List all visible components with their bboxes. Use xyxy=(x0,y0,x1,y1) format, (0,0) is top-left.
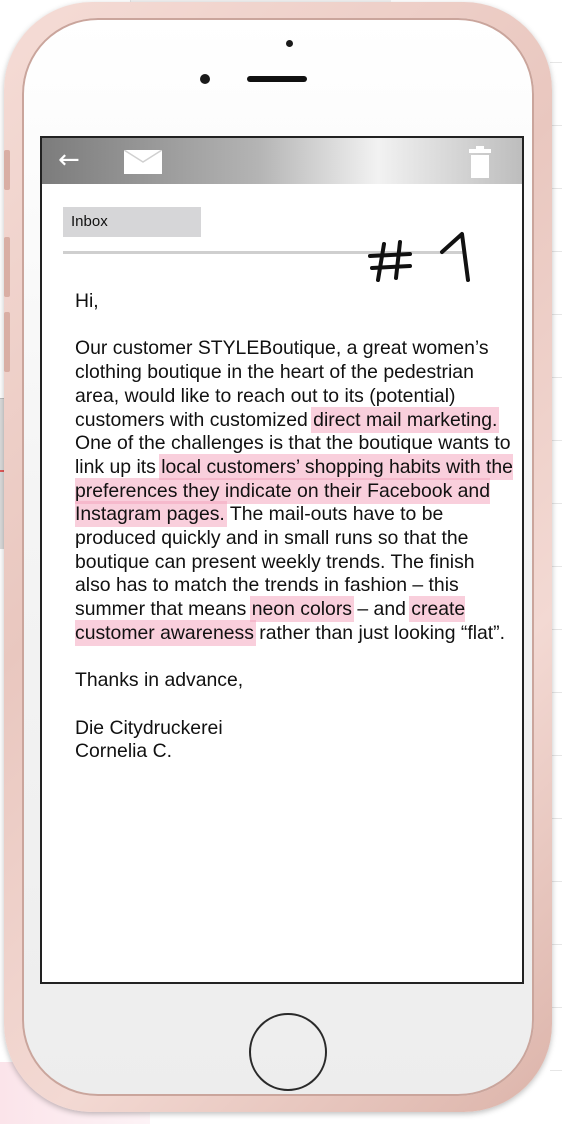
inbox-label[interactable]: Inbox xyxy=(63,207,201,237)
email-greeting: Hi, xyxy=(75,290,99,312)
home-button[interactable] xyxy=(246,1010,330,1094)
sender-name: Cornelia C. xyxy=(75,740,172,763)
email-message: Our customer STYLEBoutique, a great wome… xyxy=(75,337,515,646)
highlighted-text: direct mail marketing. xyxy=(311,406,500,433)
email-closing: Thanks in advance, xyxy=(75,669,244,692)
proximity-sensor xyxy=(286,40,293,47)
mail-icon[interactable] xyxy=(124,150,162,174)
sender-company: Die Citydruckerei xyxy=(75,716,223,739)
highlighted-text: neon colors xyxy=(249,596,354,623)
back-arrow-icon[interactable]: ← xyxy=(58,146,88,174)
volume-down-button xyxy=(4,312,10,372)
email-body: Hi, Our customer STYLEBoutique, a great … xyxy=(75,290,515,764)
email-screen: ← Inbox #1 Hi, Our customer STYLEBoutiqu… xyxy=(40,136,524,984)
message-text: rather than just looking “flat”. xyxy=(253,621,506,644)
email-toolbar: ← xyxy=(42,138,522,184)
trash-icon[interactable] xyxy=(468,146,492,178)
front-camera xyxy=(200,74,210,84)
message-text: – and xyxy=(351,598,412,621)
earpiece-speaker xyxy=(247,76,307,82)
mute-switch xyxy=(4,150,10,190)
handwritten-annotation: #1 xyxy=(368,232,470,282)
volume-up-button xyxy=(4,237,10,297)
